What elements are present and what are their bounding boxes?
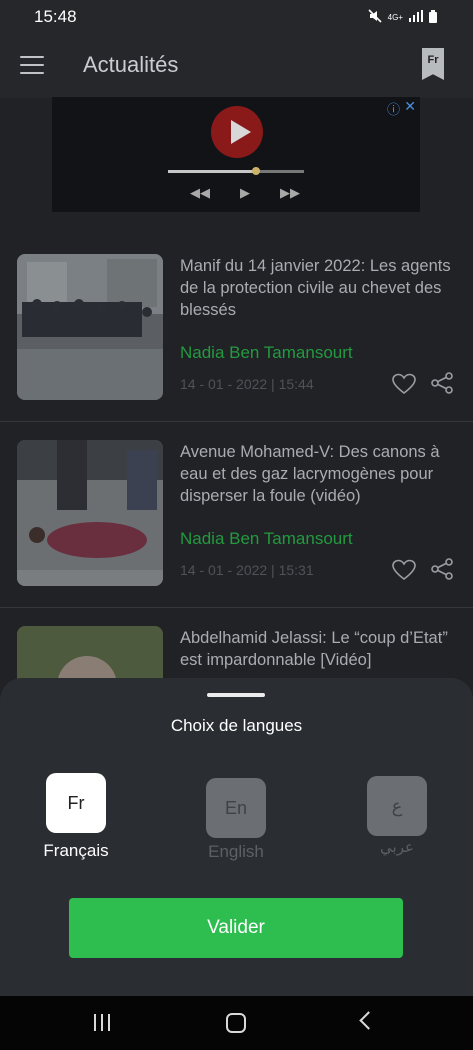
network-label: 4G+ (387, 13, 403, 22)
back-icon[interactable] (359, 1011, 378, 1030)
article-item[interactable]: Avenue Mohamed-V: Des canons à eau et de… (0, 421, 473, 608)
menu-icon[interactable] (20, 56, 44, 74)
article-title[interactable]: Manif du 14 janvier 2022: Les agents de … (180, 255, 460, 321)
validate-button[interactable]: Valider (69, 898, 403, 958)
sheet-drag-handle[interactable] (207, 693, 265, 697)
language-label: Français (43, 841, 109, 860)
language-code-box[interactable]: Fr (46, 773, 106, 833)
ad-play-button[interactable] (211, 106, 263, 158)
fast-forward-icon[interactable]: ▶▶ (280, 185, 300, 201)
article-author: Nadia Ben Tamansourt (180, 343, 353, 362)
language-code-box[interactable]: ع (367, 776, 427, 836)
heart-icon[interactable] (392, 559, 416, 581)
article-item[interactable]: Manif du 14 janvier 2022: Les agents de … (0, 235, 473, 422)
rewind-icon[interactable]: ◀◀ (190, 185, 210, 201)
status-bar: 15:48 4G+ (0, 0, 473, 34)
language-option-french[interactable]: Fr Français (36, 773, 116, 861)
battery-icon (429, 9, 437, 26)
ad-info-icon[interactable]: ⓘ (387, 99, 400, 118)
article-date: 14 - 01 - 2022 | 15:31 (180, 562, 314, 578)
home-icon[interactable] (226, 1013, 246, 1033)
article-date: 14 - 01 - 2022 | 15:44 (180, 376, 314, 392)
ad-progress-bar (168, 167, 304, 175)
sheet-title: Choix de langues (170, 716, 303, 735)
play-icon[interactable]: ▶ (240, 185, 250, 201)
signal-icon (409, 10, 423, 25)
share-icon[interactable] (430, 557, 454, 581)
language-bookmark-icon[interactable]: Fr (422, 48, 444, 80)
article-author: Nadia Ben Tamansourt (180, 529, 353, 548)
ad-media-controls: ◀◀ ▶ ▶▶ (190, 185, 300, 201)
ad-close-icon[interactable]: ✕ (404, 98, 416, 115)
status-time: 15:48 (34, 7, 77, 26)
article-thumbnail[interactable] (17, 440, 163, 586)
article-thumbnail[interactable] (17, 254, 163, 400)
language-option-arabic[interactable]: ع عربي (357, 776, 437, 856)
language-code-box[interactable]: En (206, 778, 266, 838)
page-title: Actualités (83, 52, 179, 77)
language-option-english[interactable]: En English (196, 778, 276, 862)
heart-icon[interactable] (392, 373, 416, 395)
language-bottom-sheet: Choix de langues Fr Français En English … (0, 678, 473, 996)
language-label: English (208, 842, 264, 861)
system-nav-bar (0, 996, 473, 1050)
article-title[interactable]: Abdelhamid Jelassi: Le “coup d’Etat” est… (180, 627, 460, 671)
language-label: عربي (380, 839, 414, 856)
article-title[interactable]: Avenue Mohamed-V: Des canons à eau et de… (180, 441, 460, 507)
app-bar: Actualités Fr (0, 34, 473, 98)
ad-banner[interactable]: ◀◀ ▶ ▶▶ ⓘ ✕ (52, 97, 420, 212)
recents-icon[interactable] (94, 1014, 112, 1032)
share-icon[interactable] (430, 371, 454, 395)
mute-icon (368, 9, 382, 26)
status-icons: 4G+ (368, 9, 437, 26)
